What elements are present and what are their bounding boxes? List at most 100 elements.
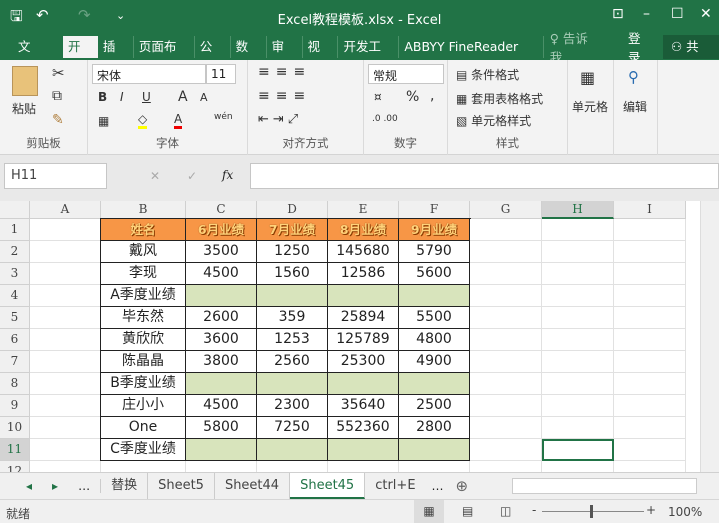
cell[interactable] <box>614 351 686 373</box>
font-size-select[interactable]: 11 <box>206 64 236 84</box>
cancel-icon[interactable]: ✕ <box>150 169 160 183</box>
row-header[interactable]: 4 <box>0 285 30 307</box>
cell[interactable]: C季度业绩 <box>101 439 186 461</box>
cell[interactable] <box>614 329 686 351</box>
cell[interactable] <box>328 373 399 395</box>
cell[interactable] <box>30 329 101 351</box>
column-header[interactable]: A <box>30 201 101 219</box>
minimize-button[interactable]: – <box>643 6 650 22</box>
enter-icon[interactable]: ✓ <box>187 169 197 183</box>
cell[interactable]: 6月业绩 <box>186 219 257 241</box>
cell[interactable]: 125789 <box>328 329 399 351</box>
zoom-slider-thumb[interactable] <box>590 505 593 518</box>
formula-input[interactable] <box>250 163 719 189</box>
cell[interactable] <box>30 373 101 395</box>
cell[interactable] <box>470 329 542 351</box>
cell[interactable] <box>470 351 542 373</box>
insert-function-button[interactable]: fx <box>222 168 233 182</box>
sheet-tab[interactable]: Sheet44 <box>215 473 291 499</box>
cell[interactable] <box>399 373 470 395</box>
percent-button[interactable]: % <box>406 89 419 105</box>
sheet-tab[interactable]: 替换 <box>101 473 149 499</box>
zoom-level[interactable]: 100% <box>668 505 702 519</box>
cell[interactable]: 2560 <box>257 351 328 373</box>
close-button[interactable]: ✕ <box>700 6 712 22</box>
shrink-font-button[interactable]: A <box>200 91 208 104</box>
cell[interactable]: 2800 <box>399 417 470 439</box>
cell[interactable] <box>101 461 186 472</box>
bold-button[interactable]: B <box>98 90 107 104</box>
prev-sheet-icon[interactable]: ◂ <box>0 479 42 493</box>
cell[interactable] <box>614 461 686 472</box>
row-header[interactable]: 7 <box>0 351 30 373</box>
zoom-out-button[interactable]: - <box>532 503 536 517</box>
cell[interactable]: 35640 <box>328 395 399 417</box>
cells-group[interactable]: ▦ 单元格 <box>568 60 614 155</box>
cell[interactable] <box>30 439 101 461</box>
cell[interactable] <box>399 439 470 461</box>
cell[interactable]: One <box>101 417 186 439</box>
cell[interactable] <box>542 395 614 417</box>
cell[interactable] <box>30 351 101 373</box>
cell[interactable] <box>257 373 328 395</box>
cell[interactable]: 4800 <box>399 329 470 351</box>
cell[interactable] <box>257 285 328 307</box>
cell[interactable]: 3800 <box>186 351 257 373</box>
conditional-format-button[interactable]: ▤ 条件格式 <box>456 66 519 83</box>
row-header[interactable]: 2 <box>0 241 30 263</box>
number-format-select[interactable]: 常规 <box>368 64 444 84</box>
sheet-tab[interactable]: Sheet5 <box>148 473 215 499</box>
phonetic-icon[interactable]: wén <box>214 112 233 122</box>
cell[interactable] <box>614 395 686 417</box>
cell[interactable] <box>328 461 399 472</box>
cell[interactable] <box>30 395 101 417</box>
cell[interactable] <box>470 461 542 472</box>
cell[interactable] <box>542 307 614 329</box>
cell[interactable]: 145680 <box>328 241 399 263</box>
add-sheet-icon[interactable]: ⊕ <box>450 477 475 495</box>
cell[interactable] <box>614 373 686 395</box>
indent-icons[interactable]: ⇤⇥⤢ <box>258 112 302 127</box>
vertical-align-icons[interactable]: ≡≡≡ <box>258 64 311 80</box>
column-header[interactable]: D <box>257 201 328 219</box>
cell[interactable] <box>30 417 101 439</box>
column-header[interactable]: I <box>614 201 686 219</box>
cell[interactable] <box>257 461 328 472</box>
border-icon[interactable]: ▦ <box>98 114 109 128</box>
row-header[interactable]: 10 <box>0 417 30 439</box>
cell[interactable] <box>614 307 686 329</box>
normal-view-icon[interactable]: ▦ <box>414 500 444 523</box>
cell[interactable] <box>614 439 686 461</box>
cell[interactable] <box>614 417 686 439</box>
cell[interactable]: 25300 <box>328 351 399 373</box>
cell[interactable]: 4500 <box>186 263 257 285</box>
tab-insert[interactable]: 插入 <box>98 36 134 76</box>
row-header[interactable]: 11 <box>0 439 30 461</box>
cell[interactable] <box>186 439 257 461</box>
cell[interactable] <box>470 439 542 461</box>
cell[interactable] <box>542 241 614 263</box>
cell[interactable] <box>30 307 101 329</box>
cell[interactable] <box>186 373 257 395</box>
share-button[interactable]: ⚇ 共享 <box>662 35 719 78</box>
row-header[interactable]: 1 <box>0 219 30 241</box>
tab-developer[interactable]: 开发工具 <box>338 36 400 76</box>
cell[interactable]: 黄欣欣 <box>101 329 186 351</box>
sheet-tab-active[interactable]: Sheet45 <box>290 473 366 499</box>
cell[interactable] <box>470 219 542 241</box>
cell[interactable]: 7250 <box>257 417 328 439</box>
column-header[interactable]: C <box>186 201 257 219</box>
italic-button[interactable]: I <box>120 90 124 104</box>
horizontal-align-icons[interactable]: ≡≡≡ <box>258 88 311 104</box>
cell[interactable]: B季度业绩 <box>101 373 186 395</box>
cell[interactable] <box>470 417 542 439</box>
page-break-icon[interactable]: ◫ <box>500 504 511 518</box>
cell[interactable]: 25894 <box>328 307 399 329</box>
cell[interactable] <box>542 461 614 472</box>
cell[interactable] <box>30 285 101 307</box>
cell[interactable]: 毕东然 <box>101 307 186 329</box>
cell[interactable]: 陈晶晶 <box>101 351 186 373</box>
cell[interactable]: 1253 <box>257 329 328 351</box>
cell[interactable] <box>470 373 542 395</box>
cell[interactable]: 2600 <box>186 307 257 329</box>
